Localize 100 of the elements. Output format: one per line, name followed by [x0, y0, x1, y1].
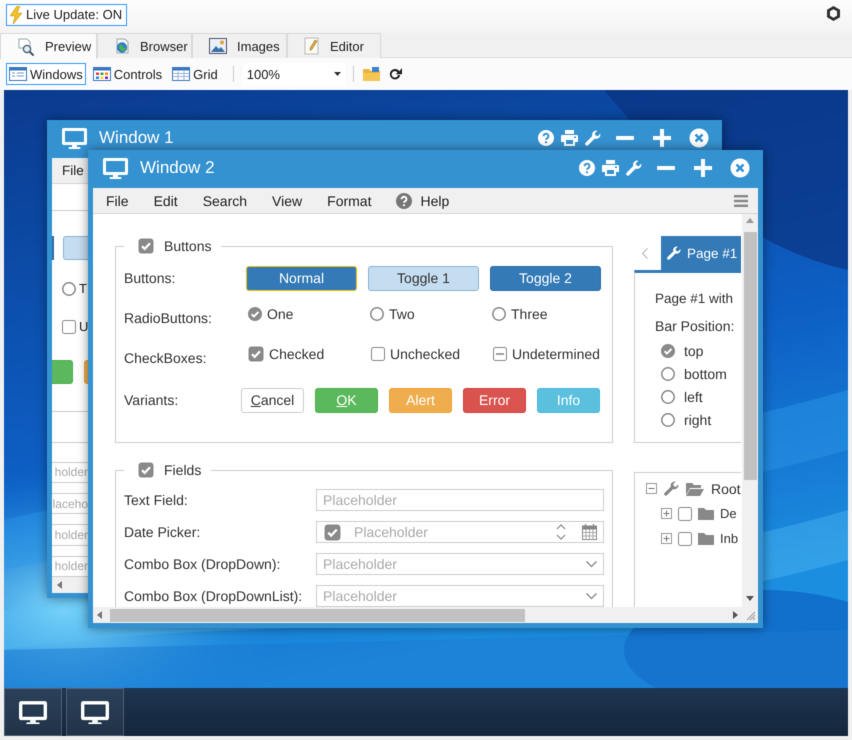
expand-icon[interactable]	[661, 533, 672, 544]
toggle-button[interactable]: Toggle 1	[368, 266, 479, 290]
row-label: Variants:	[124, 392, 180, 408]
input-field[interactable]: Placeholder	[354, 524, 548, 540]
checkbox-option[interactable]: U	[62, 319, 88, 334]
wrench-icon	[626, 160, 642, 176]
toggle-button[interactable]: Toggle 2	[490, 266, 601, 290]
spinner-icon[interactable]	[556, 523, 566, 541]
wrench-icon	[664, 481, 679, 496]
collapse-icon[interactable]	[646, 483, 657, 494]
refresh-icon[interactable]	[388, 67, 402, 81]
monitor-icon	[19, 700, 47, 724]
close-icon[interactable]	[689, 128, 709, 148]
picture-icon	[209, 38, 227, 54]
live-update-button[interactable]: Live Update: ON	[6, 4, 128, 26]
folder-icon[interactable]	[362, 67, 380, 81]
menu-item[interactable]: Help	[383, 188, 462, 212]
scroll-right-icon[interactable]	[733, 611, 738, 619]
table-icon	[172, 67, 190, 81]
help-icon	[579, 160, 595, 176]
combo-box[interactable]: Placeholder	[316, 553, 604, 575]
cube-icon[interactable]	[827, 6, 840, 21]
window-title: Window 1	[99, 128, 175, 148]
field-label: Combo Box (DropDown):	[124, 556, 282, 572]
document-magnifier-icon	[17, 38, 35, 56]
taskbar-button[interactable]	[4, 688, 62, 736]
combo-box[interactable]: Placeholder	[316, 585, 604, 607]
tree-item[interactable]: Root	[711, 480, 741, 496]
maximize-icon[interactable]	[652, 128, 672, 148]
variant-button[interactable]: Error	[463, 388, 526, 412]
button-edge	[52, 236, 54, 260]
checkbox-option[interactable]: Unchecked	[370, 346, 492, 362]
menu-icon[interactable]	[734, 194, 748, 206]
button-edge	[52, 360, 73, 384]
tab[interactable]: Images	[192, 33, 287, 58]
menu-item[interactable]: File	[93, 188, 141, 212]
scroll-down-icon[interactable]	[746, 596, 754, 601]
view-button[interactable]: Windows	[6, 63, 86, 85]
radio-option[interactable]: right	[661, 408, 741, 431]
radio-option[interactable]: Three	[492, 306, 614, 322]
view-button[interactable]: Grid	[169, 63, 221, 85]
menu-item[interactable]: File	[52, 158, 84, 182]
variant-button[interactable]: Cancel	[241, 388, 304, 412]
monitor-icon	[62, 127, 87, 149]
maximize-icon[interactable]	[693, 158, 713, 178]
menu-item[interactable]: View	[259, 188, 314, 212]
close-icon[interactable]	[730, 158, 750, 178]
radio-option[interactable]: T	[62, 281, 87, 296]
calendar-icon[interactable]	[582, 524, 597, 540]
scrollbar-thumb[interactable]	[744, 232, 756, 480]
tree-item[interactable]: Inb	[720, 531, 738, 546]
resize-grip-icon[interactable]	[744, 609, 756, 621]
zoom-dropdown[interactable]: 100%	[242, 63, 345, 85]
controls-grid-icon	[92, 67, 111, 81]
tree-item[interactable]: De	[720, 506, 737, 521]
checkbox-option[interactable]: Undetermined	[492, 346, 614, 362]
folder-icon	[698, 532, 714, 545]
push-button[interactable]: Normal	[246, 266, 357, 290]
chevron-down-icon	[586, 592, 597, 600]
menu-item[interactable]: Edit	[140, 188, 190, 212]
scroll-left-icon[interactable]	[97, 611, 102, 619]
radio-option[interactable]: left	[661, 385, 741, 408]
help-icon	[538, 130, 554, 146]
radio-option[interactable]: bottom	[661, 362, 741, 385]
wrench-icon	[667, 246, 681, 260]
page-text: Page #1 with	[655, 291, 734, 308]
scroll-left-icon[interactable]	[57, 581, 62, 589]
expand-icon[interactable]	[661, 508, 672, 519]
menu-item[interactable]: Format	[314, 188, 384, 212]
view-button[interactable]: Controls	[90, 63, 166, 85]
checkbox-option[interactable]: Checked	[248, 346, 370, 362]
menu-item[interactable]: Search	[190, 188, 260, 212]
date-picker[interactable]: Placeholder	[316, 521, 604, 543]
field-label: Combo Box (DropDownList):	[124, 588, 304, 604]
scroll-up-icon[interactable]	[746, 218, 754, 223]
row-label: Buttons:	[124, 270, 176, 286]
taskbar-button[interactable]	[66, 688, 124, 736]
radio-option[interactable]: One	[248, 306, 370, 322]
folder-icon	[698, 507, 714, 520]
radio-option[interactable]: Two	[370, 306, 492, 322]
wrench-icon	[585, 130, 601, 146]
tab[interactable]: Browser	[97, 33, 192, 58]
input-field[interactable]: Placeholder	[323, 588, 578, 604]
printer-icon	[561, 130, 578, 146]
chevron-down-icon	[586, 560, 597, 568]
globe-icon	[114, 38, 130, 54]
tab[interactable]: Editor	[287, 33, 381, 58]
row-label: CheckBoxes:	[124, 350, 208, 366]
input-field[interactable]: Placeholder	[323, 556, 578, 572]
window-title: Window 2	[140, 158, 216, 178]
monitor-icon	[103, 157, 128, 179]
tab[interactable]: Preview	[0, 33, 97, 59]
field-label: Text Field:	[124, 492, 189, 508]
radio-option[interactable]: top	[661, 339, 741, 362]
window-list-icon	[9, 67, 27, 81]
scrollbar-thumb[interactable]	[110, 608, 525, 622]
row-label: RadioButtons:	[124, 310, 213, 326]
button-edge	[63, 236, 89, 260]
text-field[interactable]: Placeholder	[316, 489, 604, 511]
tab[interactable]: Page #1	[661, 236, 741, 270]
